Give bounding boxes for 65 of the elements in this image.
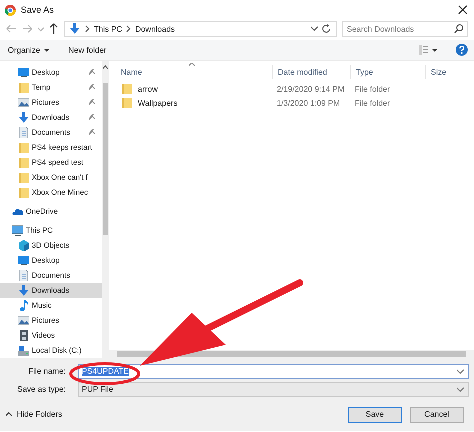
field-label: Save as type: bbox=[16, 385, 66, 394]
folder-icon bbox=[121, 83, 133, 95]
folder-icon bbox=[18, 187, 29, 198]
address-bar[interactable]: This PC Downloads bbox=[64, 21, 337, 37]
breadcrumb[interactable]: Downloads bbox=[135, 24, 176, 34]
table-cell-text: File folder bbox=[354, 98, 392, 108]
close-icon[interactable] bbox=[458, 5, 468, 15]
dialog-button[interactable]: Save bbox=[348, 406, 402, 422]
up-arrow-icon[interactable] bbox=[49, 23, 59, 35]
caret-icon bbox=[44, 48, 50, 52]
caret-icon bbox=[432, 48, 438, 52]
folder-icon bbox=[121, 97, 133, 109]
dropdown-caret-icon[interactable] bbox=[311, 26, 318, 32]
computer-icon bbox=[12, 225, 23, 236]
breadcrumb[interactable]: This PC bbox=[94, 24, 122, 34]
annotation-ellipse bbox=[70, 362, 140, 386]
dropdown-caret-icon[interactable] bbox=[457, 368, 464, 374]
new-folder-button[interactable]: New folder bbox=[68, 46, 107, 54]
desktop-icon bbox=[18, 255, 29, 266]
refresh-icon[interactable] bbox=[322, 24, 332, 34]
chevron-icon bbox=[126, 25, 132, 33]
hide-folders-button[interactable]: Hide Folders bbox=[6, 410, 62, 419]
cube-icon bbox=[18, 240, 29, 251]
file-name-field[interactable]: PS4UPDATE bbox=[78, 364, 469, 379]
column-header[interactable]: Name bbox=[109, 65, 272, 79]
column-header[interactable]: Type bbox=[350, 65, 425, 79]
column-header[interactable]: Size bbox=[425, 65, 474, 79]
file-type-dropdown[interactable]: PUP File bbox=[78, 382, 469, 397]
file-name-cell[interactable]: arrow bbox=[109, 83, 272, 95]
table-cell-text: 1/3/2020 1:09 PM bbox=[276, 98, 342, 108]
download-arrow-icon bbox=[18, 285, 29, 296]
sort-caret-icon bbox=[189, 63, 195, 67]
help-icon[interactable] bbox=[456, 44, 468, 56]
music-note-icon bbox=[18, 300, 29, 311]
field-label: File name: bbox=[28, 367, 66, 376]
chevron-icon bbox=[85, 25, 90, 33]
desktop-icon bbox=[18, 67, 29, 78]
scroll-up-icon[interactable] bbox=[103, 65, 108, 70]
download-arrow-icon bbox=[69, 23, 81, 35]
caret-icon bbox=[6, 412, 12, 417]
pictures-icon bbox=[18, 97, 29, 108]
folder-icon bbox=[18, 82, 29, 93]
app-logo-icon bbox=[5, 4, 16, 16]
dialog-button[interactable]: Cancel bbox=[410, 406, 464, 422]
pictures-icon bbox=[18, 315, 29, 326]
document-icon bbox=[18, 270, 29, 281]
table-cell-text: 2/19/2020 9:14 PM bbox=[276, 84, 346, 94]
horizontal-scrollbar[interactable] bbox=[109, 350, 474, 358]
file-name-cell[interactable]: Wallpapers bbox=[109, 97, 272, 109]
folder-icon bbox=[18, 172, 29, 183]
column-header[interactable]: Date modified bbox=[272, 65, 350, 79]
folder-icon bbox=[18, 142, 29, 153]
table-cell-text: File folder bbox=[354, 84, 392, 94]
film-icon bbox=[18, 330, 29, 341]
view-options-button[interactable] bbox=[419, 45, 438, 55]
view-icon bbox=[419, 45, 429, 55]
organize-button[interactable]: Organize bbox=[8, 46, 50, 54]
disk-drive-icon bbox=[18, 345, 29, 356]
search-field[interactable]: Search Downloads bbox=[342, 21, 468, 37]
folder-icon bbox=[18, 157, 29, 168]
window-title: Save As bbox=[21, 5, 56, 15]
scrollbar[interactable] bbox=[102, 61, 109, 358]
download-arrow-icon bbox=[18, 112, 29, 123]
document-icon bbox=[18, 127, 29, 138]
dropdown-caret-icon bbox=[457, 386, 464, 392]
